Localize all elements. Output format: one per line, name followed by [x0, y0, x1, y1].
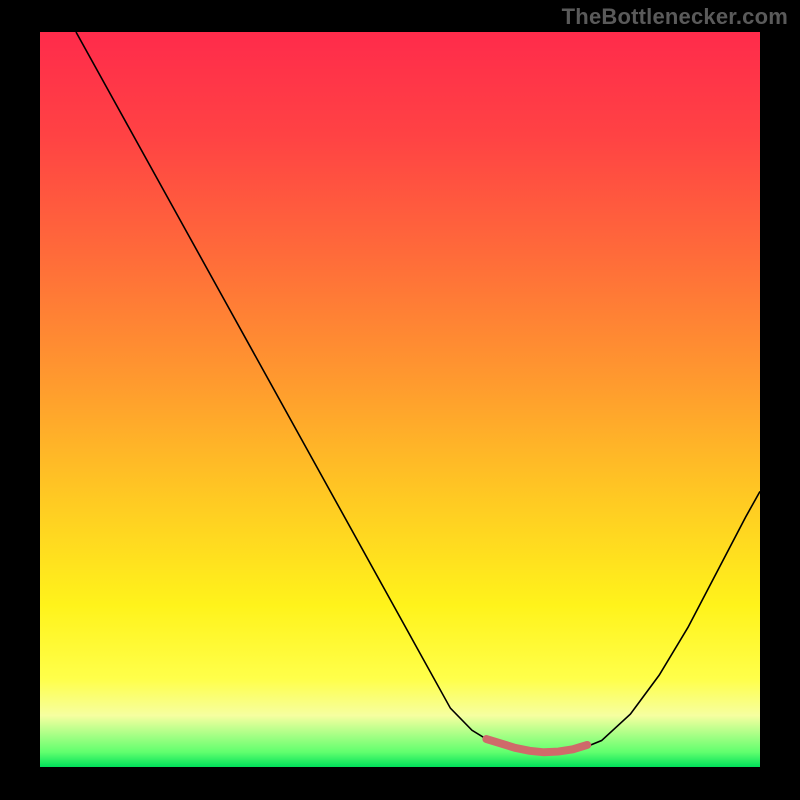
- chart-frame: TheBottlenecker.com: [0, 0, 800, 800]
- bottleneck-chart: [40, 32, 760, 767]
- attribution-label: TheBottlenecker.com: [562, 4, 788, 30]
- gradient-background: [40, 32, 760, 767]
